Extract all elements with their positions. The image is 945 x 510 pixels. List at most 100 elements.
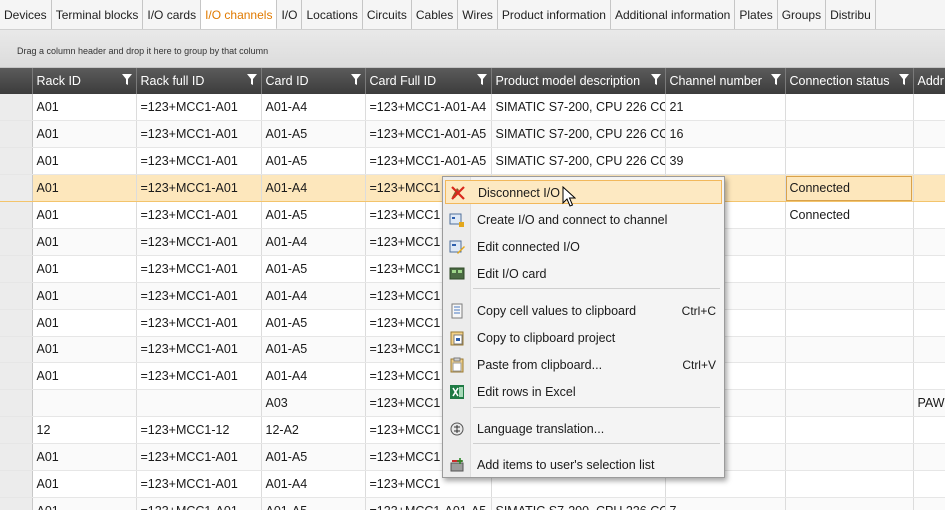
cell-connection-status[interactable] xyxy=(785,470,914,498)
cell-card-id[interactable]: A01-A5 xyxy=(261,443,366,471)
cell-rack-id[interactable]: A01 xyxy=(32,174,137,203)
cell-connection-status[interactable] xyxy=(785,336,914,364)
row-selector[interactable] xyxy=(0,497,33,510)
cell-product-model-description[interactable]: SIMATIC S7-200, CPU 226 COI xyxy=(491,497,666,510)
row-selector[interactable] xyxy=(0,282,33,310)
cell-rack-full-id[interactable]: =123+MCC1-A01 xyxy=(136,309,262,337)
cell-card-id[interactable]: 12-A2 xyxy=(261,416,366,445)
menu-item-edit-connected-i-o[interactable]: Edit connected I/O xyxy=(445,235,722,259)
cell-addr[interactable]: PAWC xyxy=(913,389,945,418)
filter-icon[interactable] xyxy=(476,74,487,85)
row-selector[interactable] xyxy=(0,362,33,391)
row-selector[interactable] xyxy=(0,470,33,498)
row-selector[interactable] xyxy=(0,120,33,149)
cell-connection-status[interactable] xyxy=(785,443,914,471)
tab-cables[interactable]: Cables xyxy=(412,0,459,29)
cell-rack-id[interactable]: A01 xyxy=(32,228,137,256)
tab-locations[interactable]: Locations xyxy=(302,0,363,29)
column-header-card-full-id[interactable]: Card Full ID xyxy=(365,68,492,94)
row-selector[interactable] xyxy=(0,201,33,229)
tab-devices[interactable]: Devices xyxy=(0,0,52,29)
cell-product-model-description[interactable]: SIMATIC S7-200, CPU 226 COI xyxy=(491,94,666,122)
menu-item-copy-cell-values-to-clipboard[interactable]: Copy cell values to clipboard Ctrl+C xyxy=(445,299,722,323)
cell-connection-status[interactable] xyxy=(785,389,914,418)
cell-rack-full-id[interactable]: =123+MCC1-A01 xyxy=(136,94,262,122)
cell-card-full-id[interactable]: =123+MCC1-A01-A4 xyxy=(365,94,492,122)
cell-addr[interactable] xyxy=(913,228,945,256)
cell-rack-full-id[interactable]: =123+MCC1-A01 xyxy=(136,362,262,391)
cell-rack-id[interactable]: A01 xyxy=(32,255,137,283)
cell-rack-id[interactable]: A01 xyxy=(32,497,137,510)
cell-rack-full-id[interactable]: =123+MCC1-A01 xyxy=(136,443,262,471)
cell-card-full-id[interactable]: =123+MCC1-A01-A5 xyxy=(365,497,492,510)
cell-rack-id[interactable]: A01 xyxy=(32,470,137,498)
menu-item-copy-to-clipboard-project[interactable]: Copy to clipboard project xyxy=(445,326,722,350)
cell-rack-full-id[interactable]: =123+MCC1-A01 xyxy=(136,120,262,149)
cell-rack-full-id[interactable]: =123+MCC1-A01 xyxy=(136,228,262,256)
table-row[interactable]: A01=123+MCC1-A01A01-A5=123+MCC1-A01-A5SI… xyxy=(0,497,945,510)
cell-connection-status[interactable] xyxy=(785,255,914,283)
cell-rack-full-id[interactable]: =123+MCC1-A01 xyxy=(136,147,262,176)
column-header-rack-full-id[interactable]: Rack full ID xyxy=(136,68,262,94)
tab-groups[interactable]: Groups xyxy=(778,0,827,29)
cell-connection-status[interactable] xyxy=(785,362,914,391)
cell-product-model-description[interactable]: SIMATIC S7-200, CPU 226 COI xyxy=(491,120,666,149)
filter-icon[interactable] xyxy=(246,74,257,85)
cell-card-id[interactable]: A01-A4 xyxy=(261,362,366,391)
cell-product-model-description[interactable]: SIMATIC S7-200, CPU 226 COI xyxy=(491,147,666,176)
cell-channel-number[interactable]: 39 xyxy=(665,147,786,176)
column-header-addr[interactable]: Addr xyxy=(913,68,945,94)
cell-connection-status[interactable] xyxy=(785,120,914,149)
cell-addr[interactable] xyxy=(913,309,945,337)
cell-rack-id[interactable]: A01 xyxy=(32,362,137,391)
cell-rack-id[interactable]: A01 xyxy=(32,443,137,471)
cell-rack-full-id[interactable]: =123+MCC1-A01 xyxy=(136,470,262,498)
cell-rack-full-id[interactable]: =123+MCC1-A01 xyxy=(136,174,262,203)
cell-card-id[interactable]: A01-A4 xyxy=(261,228,366,256)
column-header-connection-status[interactable]: Connection status xyxy=(785,68,914,94)
column-header-rack-id[interactable]: Rack ID xyxy=(32,68,137,94)
cell-card-id[interactable]: A03 xyxy=(261,389,366,418)
cell-card-id[interactable]: A01-A5 xyxy=(261,147,366,176)
row-selector[interactable] xyxy=(0,309,33,337)
cell-rack-id[interactable]: A01 xyxy=(32,282,137,310)
row-selector[interactable] xyxy=(0,94,33,122)
cell-card-id[interactable]: A01-A5 xyxy=(261,336,366,364)
cell-addr[interactable] xyxy=(913,282,945,310)
tab-i-o-cards[interactable]: I/O cards xyxy=(143,0,202,29)
cell-connection-status[interactable] xyxy=(785,416,914,445)
column-header-card-id[interactable]: Card ID xyxy=(261,68,366,94)
tab-i-o-channels[interactable]: I/O channels xyxy=(201,0,278,29)
cell-rack-full-id[interactable] xyxy=(136,389,262,418)
cell-rack-id[interactable] xyxy=(32,389,137,418)
cell-addr[interactable] xyxy=(913,470,945,498)
tab-circuits[interactable]: Circuits xyxy=(363,0,412,29)
row-selector[interactable] xyxy=(0,255,33,283)
row-selector[interactable] xyxy=(0,228,33,256)
cell-card-id[interactable]: A01-A4 xyxy=(261,94,366,122)
row-selector[interactable] xyxy=(0,443,33,471)
cell-card-id[interactable]: A01-A5 xyxy=(261,309,366,337)
cell-rack-id[interactable]: A01 xyxy=(32,120,137,149)
cell-card-id[interactable]: A01-A5 xyxy=(261,255,366,283)
menu-item-add-items-to-user-s-selection-list[interactable]: Add items to user's selection list xyxy=(445,453,722,477)
cell-channel-number[interactable]: 7 xyxy=(665,497,786,510)
cell-connection-status[interactable]: Connected xyxy=(785,201,914,229)
cell-addr[interactable] xyxy=(913,94,945,122)
cell-rack-full-id[interactable]: =123+MCC1-A01 xyxy=(136,497,262,510)
row-selector[interactable] xyxy=(0,336,33,364)
cell-addr[interactable] xyxy=(913,147,945,176)
cell-rack-id[interactable]: A01 xyxy=(32,201,137,229)
cell-rack-id[interactable]: A01 xyxy=(32,309,137,337)
cell-connection-status[interactable] xyxy=(785,497,914,510)
cell-card-id[interactable]: A01-A5 xyxy=(261,120,366,149)
filter-icon[interactable] xyxy=(121,74,132,85)
cell-rack-id[interactable]: 12 xyxy=(32,416,137,445)
tab-distribu[interactable]: Distribu xyxy=(826,0,876,29)
menu-item-create-i-o-and-connect-to-channel[interactable]: Create I/O and connect to channel xyxy=(445,208,722,232)
cell-card-full-id[interactable]: =123+MCC1-A01-A5 xyxy=(365,120,492,149)
row-selector[interactable] xyxy=(0,389,33,418)
menu-item-language-translation[interactable]: Language translation... xyxy=(445,417,722,441)
cell-connection-status[interactable] xyxy=(785,282,914,310)
filter-icon[interactable] xyxy=(898,74,909,85)
